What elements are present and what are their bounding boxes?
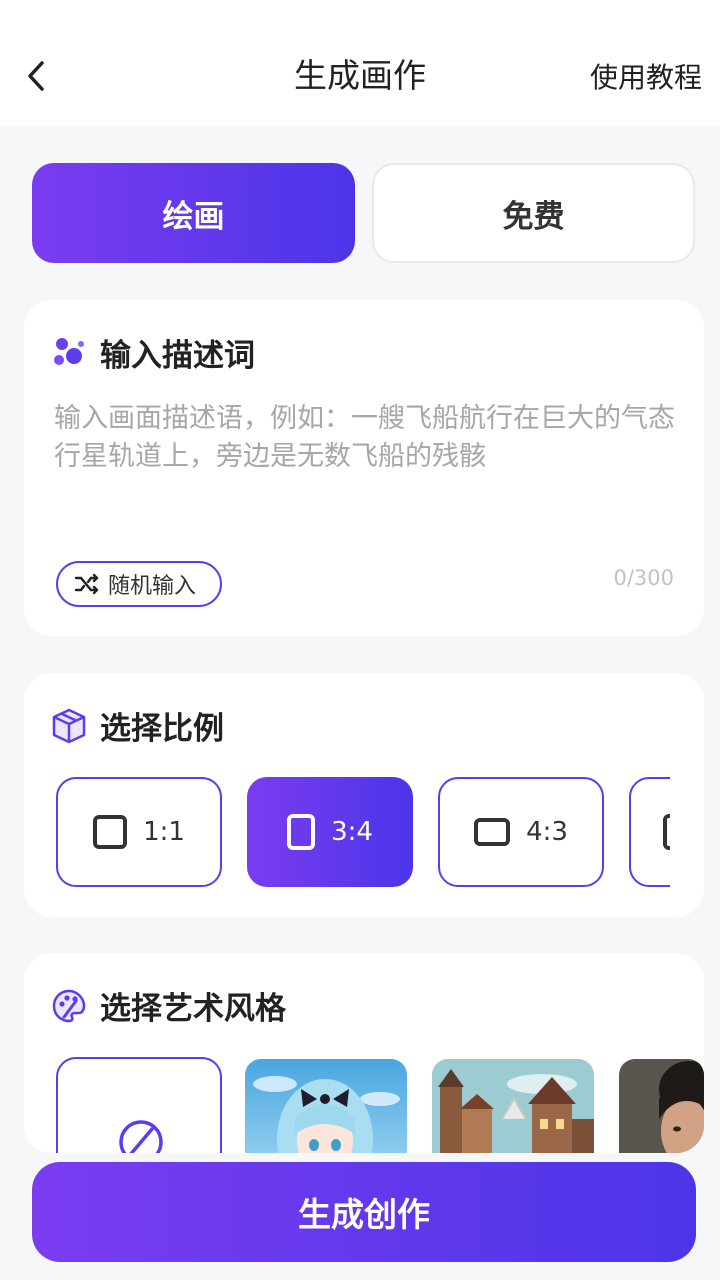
portrait-thumbnail xyxy=(619,1059,704,1153)
style-card-header: 选择艺术风格 xyxy=(50,983,286,1028)
tutorial-link[interactable]: 使用教程 xyxy=(590,60,702,96)
prompt-card: 输入描述词 输入画面描述语，例如：一艘飞船航行在巨大的气态行星轨道上，旁边是无数… xyxy=(24,300,704,636)
ratio-option-4-3[interactable]: 4:3 xyxy=(438,777,604,887)
ratio-card: 选择比例 1:1 3:4 4:3 xyxy=(24,673,704,917)
prompt-card-header: 输入描述词 xyxy=(50,330,255,375)
square-ratio-icon xyxy=(93,815,128,849)
style-option-fantasy[interactable] xyxy=(432,1059,594,1153)
style-option-anime[interactable] xyxy=(245,1059,407,1153)
ratio-card-header: 选择比例 xyxy=(50,703,224,748)
top-bar: 生成画作 使用教程 xyxy=(0,0,720,126)
ratio-more-icon xyxy=(663,814,670,850)
palette-icon xyxy=(52,989,86,1022)
ratio-label: 4:3 xyxy=(526,817,568,847)
landscape-ratio-icon xyxy=(474,818,511,846)
ratio-label: 3:4 xyxy=(331,817,373,847)
random-input-button[interactable]: 随机输入 xyxy=(56,561,223,607)
portrait-ratio-icon xyxy=(287,814,316,850)
char-counter: 0/300 xyxy=(613,566,674,590)
style-card-title: 选择艺术风格 xyxy=(100,991,286,1027)
ratio-label: 1:1 xyxy=(143,817,185,847)
style-options xyxy=(56,1057,704,1153)
style-option-none[interactable] xyxy=(56,1057,222,1153)
ratio-options: 1:1 3:4 4:3 xyxy=(56,777,670,889)
bubbles-icon xyxy=(54,337,84,365)
style-option-portrait[interactable] xyxy=(619,1059,704,1153)
fantasy-town-thumbnail xyxy=(432,1059,594,1153)
tab-free[interactable]: 免费 xyxy=(372,163,695,263)
ratio-option-1-1[interactable]: 1:1 xyxy=(56,777,222,887)
anime-girl-thumbnail xyxy=(245,1059,407,1153)
no-style-icon xyxy=(119,1120,163,1153)
random-input-label: 随机输入 xyxy=(108,574,197,599)
tab-painting[interactable]: 绘画 xyxy=(32,163,355,263)
cube-icon xyxy=(52,708,86,743)
shuffle-icon xyxy=(74,573,99,595)
prompt-card-title: 输入描述词 xyxy=(100,338,255,374)
prompt-input[interactable]: 输入画面描述语，例如：一艘飞船航行在巨大的气态行星轨道上，旁边是无数飞船的残骸 xyxy=(54,400,684,476)
ratio-option-3-4[interactable]: 3:4 xyxy=(247,777,413,887)
ratio-option-more[interactable] xyxy=(629,777,670,887)
style-card: 选择艺术风格 xyxy=(24,953,704,1153)
generate-button[interactable]: 生成创作 xyxy=(32,1162,696,1262)
ratio-card-title: 选择比例 xyxy=(100,711,224,747)
